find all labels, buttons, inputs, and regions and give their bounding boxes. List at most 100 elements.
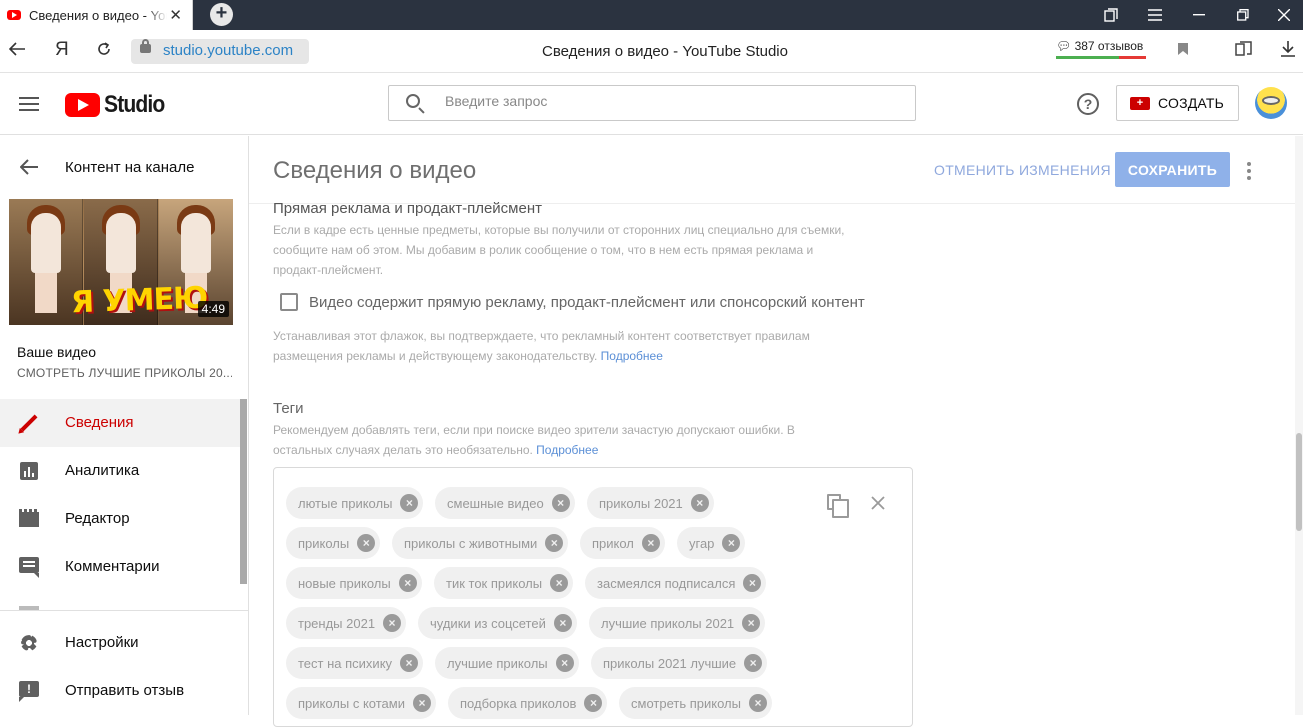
remove-tag-icon[interactable]: × [744, 654, 763, 672]
ads-description-line: продакт-плейсмент. [273, 263, 384, 277]
ads-note-line: размещения рекламы и действующему законо… [273, 349, 598, 363]
video-thumbnail[interactable]: Я УМЕЮ 4:49 [9, 199, 233, 325]
remove-tag-icon[interactable]: × [400, 494, 419, 512]
ads-note-line: Устанавливая этот флажок, вы подтверждае… [273, 329, 810, 343]
tag-chip[interactable]: приколы с котами × [286, 687, 436, 719]
remove-tag-icon[interactable]: × [743, 574, 762, 592]
remove-tag-icon[interactable]: × [555, 654, 574, 672]
sidebar-item-analytics[interactable]: Аналитика [0, 447, 240, 495]
new-tab-button[interactable]: + [210, 3, 233, 26]
tab-close-icon[interactable]: ✕ [169, 6, 182, 24]
ads-checkbox-label[interactable]: Видео содержит прямую рекламу, продакт-п… [309, 294, 865, 311]
sidebar-item-label: Комментарии [65, 558, 160, 575]
tag-chip[interactable]: лучшие приколы × [435, 647, 579, 679]
tag-chip[interactable]: смешные видео × [435, 487, 575, 519]
sidebar-item-editor[interactable]: Редактор [0, 495, 240, 543]
close-window-icon[interactable] [1262, 0, 1303, 30]
extensions-icon[interactable] [1235, 41, 1253, 62]
remove-tag-icon[interactable]: × [383, 614, 402, 632]
tags-learn-more-link[interactable]: Подробнее [536, 443, 598, 457]
minimize-icon[interactable] [1177, 0, 1221, 30]
tag-chip[interactable]: приколы с животными × [392, 527, 569, 559]
tag-chip[interactable]: чудики из соцсетей × [418, 607, 577, 639]
restore-icon[interactable] [1221, 0, 1265, 30]
pencil-icon [19, 413, 39, 433]
menu-icon[interactable] [1133, 0, 1177, 30]
page-heading: Сведения о видео [273, 157, 477, 184]
remove-tag-icon[interactable]: × [584, 694, 603, 712]
sidebar-item-comments[interactable]: Комментарии [0, 543, 240, 591]
clear-tags-icon[interactable] [871, 489, 885, 517]
ads-learn-more-link[interactable]: Подробнее [601, 349, 663, 363]
undo-changes-button[interactable]: ОТМЕНИТЬ ИЗМЕНЕНИЯ [934, 162, 1111, 178]
hamburger-menu-icon[interactable] [19, 97, 39, 111]
page-scrollbar-thumb[interactable] [1296, 433, 1302, 531]
tag-chip[interactable]: засмеялся подписался × [585, 567, 767, 599]
help-icon[interactable]: ? [1077, 93, 1099, 115]
tag-chip[interactable]: лютые приколы × [286, 487, 424, 519]
remove-tag-icon[interactable]: × [722, 534, 741, 552]
search-input[interactable] [445, 93, 885, 109]
logo-text: Studio [104, 91, 165, 118]
channel-content-link[interactable]: Контент на канале [65, 159, 194, 176]
tab-title: Сведения о видео - YouTube Studio [29, 7, 167, 23]
copy-icon[interactable] [827, 494, 849, 518]
sidebar-item-settings[interactable]: Настройки [0, 619, 240, 667]
remove-tag-icon[interactable]: × [357, 534, 376, 552]
gear-icon [19, 633, 39, 653]
remove-tag-icon[interactable]: × [551, 494, 570, 512]
sidebar-scrollbar[interactable] [240, 399, 247, 584]
studio-logo[interactable]: Studio [65, 91, 173, 119]
tag-chip[interactable]: приколы 2021 лучшие × [591, 647, 768, 679]
remove-tag-icon[interactable]: × [412, 694, 431, 712]
bookmark-icon[interactable] [1177, 42, 1189, 61]
more-options-icon[interactable] [1247, 162, 1251, 183]
sidebar-item-label: Аналитика [65, 462, 140, 479]
sidebar-item-feedback[interactable]: ! Отправить отзыв [0, 667, 240, 715]
tag-chip[interactable]: угар × [677, 527, 746, 559]
tag-chip-label: приколы 2021 [599, 495, 683, 511]
browser-tab[interactable]: Сведения о видео - YouTube Studio ✕ [0, 0, 193, 30]
remove-tag-icon[interactable]: × [550, 574, 569, 592]
remove-tag-icon[interactable]: × [398, 574, 417, 592]
tag-chip[interactable]: подборка приколов × [448, 687, 608, 719]
bookmarks-panel-icon[interactable] [1089, 0, 1133, 30]
back-arrow-icon[interactable] [19, 158, 38, 181]
create-video-icon: + [1130, 96, 1150, 110]
search-box[interactable] [388, 85, 916, 121]
tag-chip-label: приколы 2021 лучшие [603, 655, 737, 671]
remove-tag-icon[interactable]: × [400, 654, 419, 672]
tag-chip[interactable]: тренды 2021 × [286, 607, 407, 639]
sidebar-item-label: Редактор [65, 510, 130, 527]
create-button[interactable]: + СОЗДАТЬ [1116, 85, 1239, 121]
tag-chip[interactable]: прикол × [580, 527, 665, 559]
feedback-icon: ! [19, 681, 39, 702]
download-icon[interactable] [1281, 41, 1295, 62]
remove-tag-icon[interactable]: × [641, 534, 660, 552]
tag-chip-label: тренды 2021 [298, 615, 376, 631]
tag-chip[interactable]: новые приколы × [286, 567, 422, 599]
avatar[interactable] [1255, 87, 1287, 119]
reviews-rating-bar [1056, 56, 1146, 59]
tag-chip-label: чудики из соцсетей [430, 615, 546, 631]
sidebar-divider [0, 610, 249, 611]
remove-tag-icon[interactable]: × [742, 614, 761, 632]
studio-header: Studio ? + СОЗДАТЬ [0, 73, 1303, 135]
remove-tag-icon[interactable]: × [553, 614, 572, 632]
tag-chip[interactable]: приколы × [286, 527, 381, 559]
ads-checkbox-row[interactable]: Видео содержит прямую рекламу, продакт-п… [280, 293, 865, 311]
tag-chip[interactable]: тик ток приколы × [434, 567, 574, 599]
remove-tag-icon[interactable]: × [690, 494, 709, 512]
ads-checkbox[interactable] [280, 293, 298, 311]
save-button[interactable]: СОХРАНИТЬ [1115, 152, 1230, 187]
reviews-widget[interactable]: 💬︎ 387 отзывов [1056, 39, 1146, 59]
sidebar-item-details[interactable]: Сведения [0, 399, 240, 447]
remove-tag-icon[interactable]: × [748, 694, 767, 712]
tag-chip[interactable]: тест на психику × [286, 647, 424, 679]
page-scrollbar-track[interactable] [1295, 136, 1303, 715]
youtube-favicon-icon [7, 10, 21, 20]
tag-chip[interactable]: приколы 2021 × [587, 487, 714, 519]
tag-chip[interactable]: лучшие приколы 2021 × [589, 607, 766, 639]
tag-chip[interactable]: смотреть приколы × [619, 687, 772, 719]
remove-tag-icon[interactable]: × [545, 534, 564, 552]
